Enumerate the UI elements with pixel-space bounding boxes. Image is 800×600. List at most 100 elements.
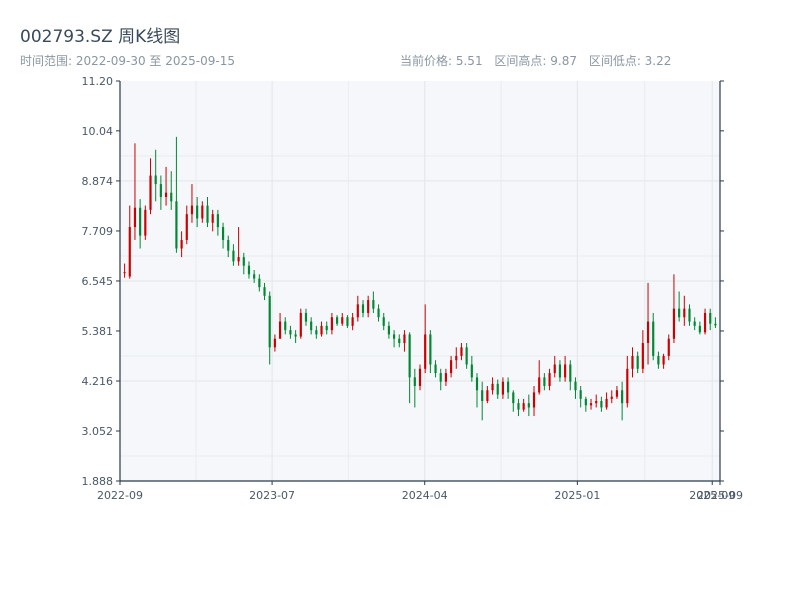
- candle-body: [475, 377, 479, 391]
- candlestick-chart: 1.888 3.052 4.216 5.381 6.545 7.709 8.874 10.04…: [82, 75, 743, 502]
- candle-body: [512, 392, 515, 404]
- x-tick-label: 2024-04: [402, 489, 448, 502]
- candle-body: [367, 300, 370, 313]
- candle-body: [289, 330, 292, 335]
- x-tick-label: 2025-01: [554, 489, 600, 502]
- candle-body: [310, 321, 313, 331]
- candle-body: [439, 373, 442, 382]
- candle-body: [636, 355, 639, 369]
- candle-body: [361, 304, 365, 313]
- candle-body: [216, 214, 219, 228]
- y-tick-label: 11.20: [82, 75, 114, 88]
- candle-body: [569, 364, 572, 382]
- candle-body: [657, 355, 660, 365]
- candle-body: [221, 227, 225, 240]
- candle-body: [408, 334, 411, 378]
- candle-body: [532, 392, 536, 408]
- y-tick-label: 4.216: [82, 375, 114, 388]
- candle-body: [543, 377, 546, 386]
- candle-body: [714, 323, 717, 326]
- candle-body: [444, 373, 448, 382]
- candle-body: [159, 184, 162, 197]
- candle-body: [320, 325, 323, 335]
- y-tick-label: 1.888: [82, 475, 114, 488]
- candle-body: [164, 192, 168, 197]
- candle-body: [273, 338, 276, 348]
- candle-body: [284, 321, 287, 331]
- candle-body: [206, 205, 209, 223]
- candle-body: [672, 308, 676, 339]
- candle-body: [398, 338, 401, 344]
- candle-body: [688, 308, 691, 322]
- candle-body: [299, 312, 302, 337]
- candle-body: [703, 312, 707, 333]
- candle-body: [610, 396, 613, 399]
- candle-body: [678, 308, 681, 318]
- candle-body: [387, 325, 390, 335]
- candle-body: [232, 250, 235, 262]
- candle-body: [356, 304, 359, 318]
- candle-body: [465, 347, 468, 365]
- candle-body: [450, 360, 453, 374]
- candle-body: [346, 317, 349, 326]
- candle-body: [294, 334, 297, 337]
- y-tick-label: 8.874: [82, 175, 114, 188]
- candle-body: [377, 308, 380, 318]
- candle-body: [304, 312, 308, 322]
- candle-body: [253, 274, 256, 279]
- candle-body: [527, 403, 530, 408]
- candle-body: [258, 278, 261, 288]
- candle-body: [123, 272, 126, 274]
- candle-body: [481, 390, 484, 402]
- candle-body: [201, 205, 204, 219]
- candle-body: [227, 239, 230, 251]
- x-tick-label: 2025-09: [697, 489, 743, 502]
- candle-body: [667, 338, 670, 356]
- candle-body: [507, 381, 510, 393]
- candle-body: [652, 321, 655, 356]
- x-tick-label: 2022-09: [97, 489, 143, 502]
- candle-body: [548, 373, 551, 386]
- y-tick-label: 3.052: [82, 425, 114, 438]
- candle-body: [538, 377, 541, 393]
- candle-body: [180, 239, 183, 249]
- candle-body: [662, 355, 665, 365]
- candle-body: [242, 257, 245, 266]
- candle-body: [558, 364, 562, 378]
- candle-body: [470, 364, 473, 378]
- candle-body: [139, 207, 142, 236]
- candle-body: [434, 364, 437, 374]
- candle-body: [278, 321, 282, 339]
- candle-body: [170, 192, 173, 202]
- candle-body: [641, 343, 644, 369]
- candle-body: [496, 383, 499, 395]
- candle-body: [413, 377, 416, 386]
- candle-body: [460, 347, 463, 356]
- candle-body: [211, 214, 214, 223]
- y-tick-label: 10.04: [82, 125, 114, 138]
- candle-body: [330, 317, 333, 331]
- candle-body: [646, 321, 650, 344]
- candle-body: [574, 381, 577, 391]
- candle-body: [418, 368, 422, 386]
- candle-body: [564, 364, 567, 378]
- candle-body: [341, 317, 344, 324]
- candle-body: [595, 401, 598, 404]
- candle-body: [626, 368, 629, 404]
- candle-body: [149, 175, 152, 210]
- candle-body: [683, 308, 686, 318]
- candle-body: [615, 390, 619, 397]
- candle-body: [185, 214, 188, 240]
- y-tick-label: 5.381: [82, 325, 114, 338]
- candle-body: [196, 205, 199, 219]
- candle-body: [429, 334, 432, 365]
- candle-body: [698, 325, 701, 333]
- candle-body: [351, 317, 354, 326]
- candle-body: [631, 355, 634, 369]
- candle-body: [144, 209, 147, 236]
- candle-body: [584, 398, 587, 406]
- y-tick-label: 6.545: [82, 275, 114, 288]
- candle-body: [133, 207, 137, 228]
- candle-body: [325, 325, 328, 331]
- candle-body: [486, 390, 489, 402]
